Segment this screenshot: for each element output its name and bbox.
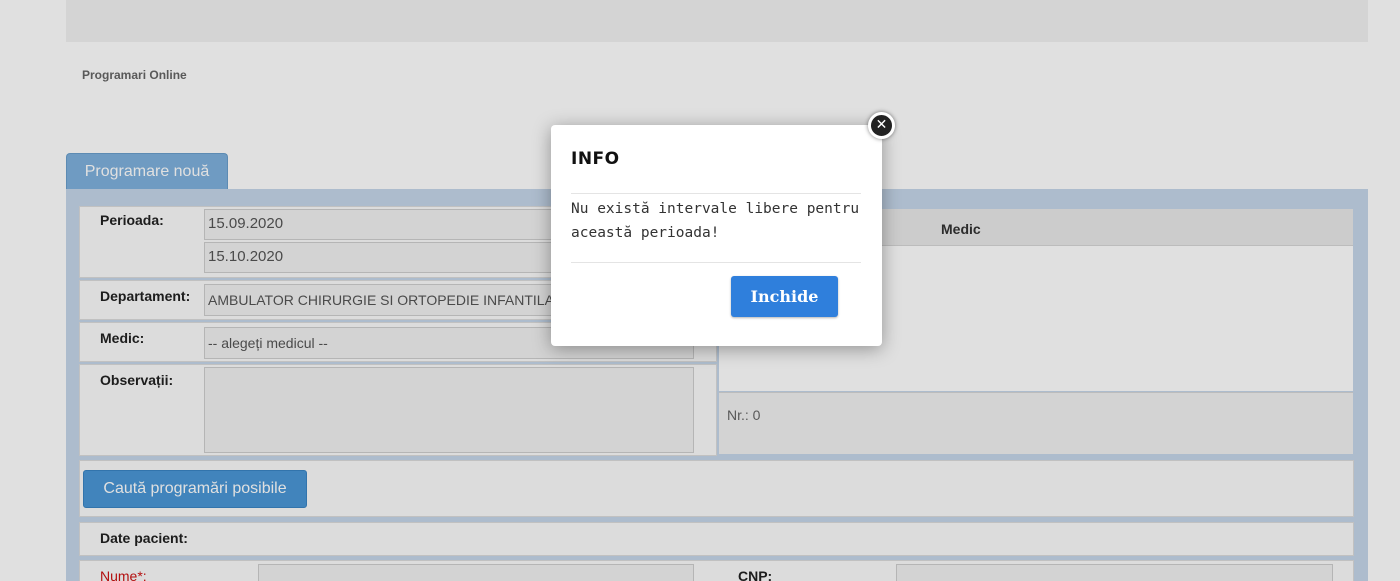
close-icon[interactable]: ✕: [868, 112, 895, 139]
dialog-title: INFO: [571, 149, 620, 169]
info-dialog: INFO Nu există intervale libere pentru a…: [551, 125, 882, 346]
close-dialog-button[interactable]: Inchide: [731, 276, 838, 317]
dialog-divider-top: [571, 193, 861, 194]
dialog-divider-bottom: [571, 262, 861, 263]
dialog-message: Nu există intervale libere pentru aceast…: [571, 201, 860, 241]
